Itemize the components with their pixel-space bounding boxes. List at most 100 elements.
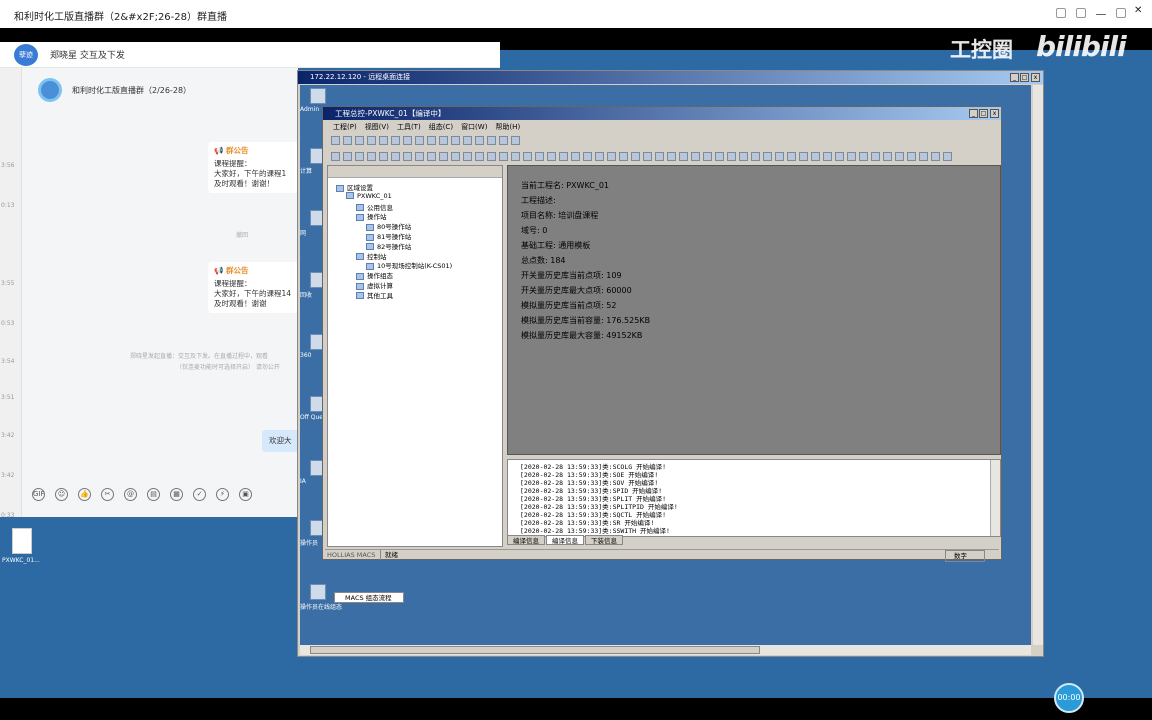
toolbar-button-icon[interactable] xyxy=(583,152,592,161)
toolbar-button-icon[interactable] xyxy=(799,152,808,161)
toolbar-button-icon[interactable] xyxy=(355,152,364,161)
tree-node[interactable]: 其他工具 xyxy=(356,290,393,300)
minimize-button[interactable]: _ xyxy=(969,109,978,118)
toolbar-button-icon[interactable] xyxy=(619,152,628,161)
menu-item[interactable]: 帮助(H) xyxy=(495,121,520,133)
tree-node[interactable]: 公用信息 xyxy=(356,202,393,212)
toolbar-button-icon[interactable] xyxy=(655,152,664,161)
tree-node[interactable]: 区域设置 xyxy=(336,182,373,192)
menu-item[interactable]: 窗口(W) xyxy=(461,121,487,133)
check-icon[interactable]: ✓ xyxy=(193,487,206,501)
toolbar-button-icon[interactable] xyxy=(451,136,460,145)
tree-node[interactable]: 10号现场控制站(K-CS01) xyxy=(366,260,452,270)
toolbar-button-icon[interactable] xyxy=(943,152,952,161)
toolbar-button-icon[interactable] xyxy=(523,152,532,161)
toolbar-button-icon[interactable] xyxy=(427,136,436,145)
log-tab[interactable]: 下装信息 xyxy=(585,535,623,545)
minimize-button[interactable]: _ xyxy=(1010,73,1019,82)
toolbar-button-icon[interactable] xyxy=(727,152,736,161)
tree-node[interactable]: PXWKC_01 xyxy=(346,192,392,200)
toolbar-button-icon[interactable] xyxy=(463,152,472,161)
emoji-icon[interactable]: ☺ xyxy=(55,487,68,501)
horizontal-scrollbar[interactable] xyxy=(300,645,1031,655)
toolbar-button-icon[interactable] xyxy=(367,136,376,145)
toolbar-button-icon[interactable] xyxy=(379,152,388,161)
close-button[interactable]: x xyxy=(990,109,999,118)
popout-icon[interactable] xyxy=(1076,8,1086,18)
file-icon[interactable] xyxy=(12,528,32,554)
toolbar-button-icon[interactable] xyxy=(751,152,760,161)
tree-node[interactable]: 80号操作站 xyxy=(366,221,411,231)
toolbar-button-icon[interactable] xyxy=(367,152,376,161)
toolbar-button-icon[interactable] xyxy=(787,152,796,161)
toolbar-button-icon[interactable] xyxy=(379,136,388,145)
toolbar-button-icon[interactable] xyxy=(883,152,892,161)
close-icon[interactable]: ✕ xyxy=(1134,5,1144,16)
toolbar-button-icon[interactable] xyxy=(391,152,400,161)
log-tab[interactable]: 编译信息 xyxy=(507,535,545,545)
toolbar-button-icon[interactable] xyxy=(691,152,700,161)
tree-node[interactable]: 81号操作站 xyxy=(366,231,411,241)
log-tab[interactable]: 编译信息 xyxy=(546,535,584,545)
toolbar-button-icon[interactable] xyxy=(811,152,820,161)
calendar-icon[interactable]: ▦ xyxy=(170,487,183,501)
screen-icon[interactable]: ▣ xyxy=(239,487,252,501)
toolbar-button-icon[interactable] xyxy=(439,136,448,145)
play-button[interactable]: 00:00 xyxy=(1054,683,1084,713)
restore-button[interactable]: □ xyxy=(979,109,988,118)
engineering-control-window[interactable]: 工程总控-PXWKC_01【编译中】 _ □ x 工程(P) 视图(V) 工具(T)… xyxy=(322,106,1002,603)
toolbar-button-icon[interactable] xyxy=(763,152,772,161)
gif-icon[interactable]: GIF xyxy=(32,487,45,501)
toolbar-button-icon[interactable] xyxy=(919,152,928,161)
toolbar-button-icon[interactable] xyxy=(475,152,484,161)
toolbar-button-icon[interactable] xyxy=(895,152,904,161)
toolbar-button-icon[interactable] xyxy=(499,136,508,145)
toolbar-button-icon[interactable] xyxy=(439,152,448,161)
toolbar-button-icon[interactable] xyxy=(931,152,940,161)
scissors-icon[interactable]: ✂ xyxy=(101,487,114,501)
toolbar-button-icon[interactable] xyxy=(547,152,556,161)
toolbar-button-icon[interactable] xyxy=(475,136,484,145)
chat-tab[interactable]: 孽迹 郑晓星 交互及下发 xyxy=(0,42,500,68)
toolbar-button-icon[interactable] xyxy=(391,136,400,145)
toolbar-button-icon[interactable] xyxy=(403,152,412,161)
menu-item[interactable]: 组态(C) xyxy=(429,121,453,133)
project-tree[interactable]: 区域设置 PXWKC_01 公用信息 操作站 80号操作站 81号操作站 82号操作站 控制站… xyxy=(327,165,503,603)
desktop-shortcut-icon[interactable] xyxy=(310,88,326,104)
toolbar-button-icon[interactable] xyxy=(499,152,508,161)
group-notice[interactable]: 📢 群公告 课程提醒： 大家好，下午的课程14 及时观看！谢谢 xyxy=(208,262,298,313)
tree-node[interactable]: 82号操作站 xyxy=(366,241,411,251)
tree-node[interactable]: 控制站 xyxy=(356,251,387,261)
toolbar-button-icon[interactable] xyxy=(715,152,724,161)
toolbar-button-icon[interactable] xyxy=(463,136,472,145)
toolbar-button-icon[interactable] xyxy=(835,152,844,161)
toolbar-button-icon[interactable] xyxy=(487,152,496,161)
scroll-thumb[interactable] xyxy=(310,646,760,654)
toolbar-button-icon[interactable] xyxy=(679,152,688,161)
toolbar-button-icon[interactable] xyxy=(415,152,424,161)
toolbar-button-icon[interactable] xyxy=(823,152,832,161)
toolbar-button-icon[interactable] xyxy=(559,152,568,161)
restore-icon[interactable] xyxy=(1116,8,1126,18)
menu-item[interactable]: 工程(P) xyxy=(333,121,357,133)
toolbar-button-icon[interactable] xyxy=(331,152,340,161)
group-notice[interactable]: 📢 群公告 课程提醒： 大家好，下午的课程1 及时观看！谢谢！ xyxy=(208,142,298,193)
tree-node[interactable]: 操作组态 xyxy=(356,270,393,280)
toolbar-button-icon[interactable] xyxy=(643,152,652,161)
toolbar-button-icon[interactable] xyxy=(343,152,352,161)
mention-icon[interactable]: @ xyxy=(124,487,137,501)
toolbar-button-icon[interactable] xyxy=(775,152,784,161)
toolbar-button-icon[interactable] xyxy=(571,152,580,161)
screenshot-icon[interactable] xyxy=(1056,8,1066,18)
log-scrollbar[interactable] xyxy=(990,460,1000,536)
restore-button[interactable]: □ xyxy=(1020,73,1029,82)
toolbar-button-icon[interactable] xyxy=(607,152,616,161)
minimize-icon[interactable] xyxy=(1096,14,1106,15)
toolbar-button-icon[interactable] xyxy=(667,152,676,161)
toolbar-button-icon[interactable] xyxy=(595,152,604,161)
menu-item[interactable]: 视图(V) xyxy=(365,121,389,133)
lightning-icon[interactable]: ⚡ xyxy=(216,487,229,501)
toolbar-button-icon[interactable] xyxy=(427,152,436,161)
toolbar-button-icon[interactable] xyxy=(847,152,856,161)
toolbar-button-icon[interactable] xyxy=(415,136,424,145)
